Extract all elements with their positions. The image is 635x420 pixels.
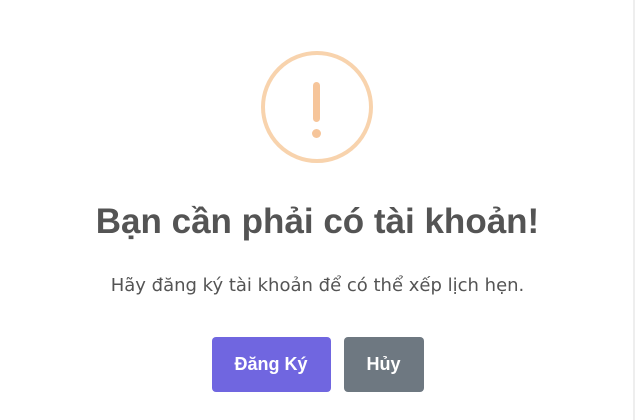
- exclamation-dot: [312, 129, 321, 138]
- dialog-actions: Đăng Ký Hủy: [0, 337, 635, 392]
- dialog-message: Hãy đăng ký tài khoản để có thể xếp lịch…: [110, 275, 525, 296]
- dialog-title: Bạn cần phải có tài khoản!: [95, 202, 540, 241]
- alert-dialog: Bạn cần phải có tài khoản! Hãy đăng ký t…: [0, 0, 635, 420]
- register-button[interactable]: Đăng Ký: [211, 337, 331, 392]
- exclamation-bar: [313, 82, 320, 122]
- warning-icon: [261, 51, 373, 163]
- cancel-button[interactable]: Hủy: [343, 337, 424, 392]
